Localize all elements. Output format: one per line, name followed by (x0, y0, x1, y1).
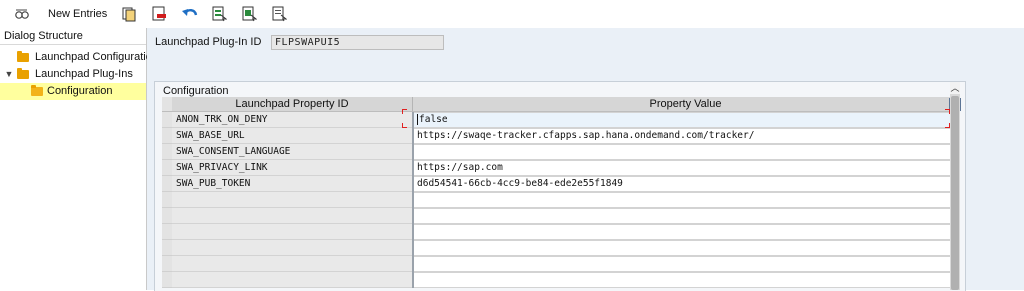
empty-row[interactable] (162, 272, 960, 288)
property-value-input[interactable] (414, 208, 960, 224)
copy-as-icon[interactable] (121, 3, 137, 25)
tree-item-launchpad-plug-ins[interactable]: ▼ Launchpad Plug-Ins (0, 66, 146, 83)
plugin-id-label: Launchpad Plug-In ID (155, 36, 262, 48)
property-value-input[interactable] (414, 224, 960, 240)
row-selector[interactable] (162, 192, 172, 208)
table-row[interactable]: SWA_BASE_URL https://swaqe-tracker.cfapp… (162, 128, 960, 144)
property-value-input[interactable] (414, 144, 960, 160)
property-id-cell: SWA_PUB_TOKEN (172, 176, 412, 192)
configuration-grid: Launchpad Property ID Property Value ANO… (162, 97, 961, 291)
row-selector[interactable] (162, 112, 172, 128)
row-selector[interactable] (162, 176, 172, 192)
property-value-text: false (419, 114, 448, 125)
dialog-structure-panel: Dialog Structure Launchpad Configuration… (0, 28, 158, 290)
configuration-title: Configuration (163, 85, 229, 97)
table-row[interactable]: SWA_PUB_TOKEN d6d54541-66cb-4cc9-be84-ed… (162, 176, 960, 192)
property-id-cell (172, 224, 412, 240)
plugin-id-field[interactable]: FLPSWAPUI5 (271, 35, 444, 50)
chevron-up-icon[interactable]: ︿ (950, 82, 960, 94)
folder-open-icon (31, 85, 43, 96)
row-selector[interactable] (162, 256, 172, 272)
property-value-input[interactable] (414, 240, 960, 256)
select-all-icon[interactable] (211, 3, 227, 25)
row-selector[interactable] (162, 128, 172, 144)
property-value-input[interactable]: d6d54541-66cb-4cc9-be84-ede2e55f1849 (414, 176, 960, 192)
tree-item-label: Configuration (47, 85, 113, 97)
column-header-property-id[interactable]: Launchpad Property ID (172, 97, 413, 112)
display-change-icon[interactable] (14, 3, 30, 25)
empty-row[interactable] (162, 256, 960, 272)
property-value-input[interactable] (414, 272, 960, 288)
table-row[interactable]: ANON_TRK_ON_DENY false (162, 112, 960, 128)
empty-row[interactable] (162, 192, 960, 208)
property-id-cell: SWA_PRIVACY_LINK (172, 160, 412, 176)
vertical-scrollbar[interactable]: ︿ (950, 82, 960, 290)
tree-item-label: Launchpad Configuration (35, 51, 158, 63)
empty-row[interactable] (162, 224, 960, 240)
column-header-property-value[interactable]: Property Value (413, 97, 958, 112)
chevron-down-icon[interactable]: ▼ (4, 66, 14, 83)
focus-corner (402, 109, 407, 114)
property-id-cell: SWA_BASE_URL (172, 128, 412, 144)
property-id-cell (172, 272, 412, 288)
select-all-rows-header[interactable] (162, 97, 172, 112)
row-selector[interactable] (162, 272, 172, 288)
property-id-cell (172, 256, 412, 272)
empty-row[interactable] (162, 240, 960, 256)
property-value-input[interactable]: false (414, 112, 960, 128)
tree-item-launchpad-configuration[interactable]: Launchpad Configuration (0, 49, 158, 66)
property-value-input[interactable] (414, 192, 960, 208)
new-entries-button[interactable]: New Entries (44, 3, 111, 25)
property-id-cell (172, 240, 412, 256)
row-selector[interactable] (162, 224, 172, 240)
tree-item-configuration[interactable]: Configuration (0, 83, 146, 100)
row-selector[interactable] (162, 208, 172, 224)
dialog-structure-title: Dialog Structure (0, 28, 146, 45)
select-block-icon[interactable] (241, 3, 257, 25)
delete-icon[interactable] (151, 3, 167, 25)
new-entries-label: New Entries (48, 8, 108, 20)
text-cursor (417, 114, 418, 125)
deselect-all-icon[interactable] (271, 3, 287, 25)
row-selector[interactable] (162, 240, 172, 256)
property-value-input[interactable]: https://swaqe-tracker.cfapps.sap.hana.on… (414, 128, 960, 144)
property-id-cell: ANON_TRK_ON_DENY (172, 112, 412, 128)
scrollbar-thumb[interactable] (951, 96, 959, 290)
folder-icon (17, 51, 29, 62)
table-row[interactable]: SWA_PRIVACY_LINK https://sap.com (162, 160, 960, 176)
main-area: Launchpad Plug-In ID FLPSWAPUI5 Configur… (147, 28, 1024, 291)
property-id-cell (172, 208, 412, 224)
property-value-input[interactable]: https://sap.com (414, 160, 960, 176)
empty-row[interactable] (162, 208, 960, 224)
folder-icon (17, 68, 29, 79)
property-id-cell: SWA_CONSENT_LANGUAGE (172, 144, 412, 160)
toolbar: New Entries (0, 0, 1024, 29)
focus-corner (402, 123, 407, 128)
undo-icon[interactable] (181, 3, 199, 25)
row-selector[interactable] (162, 160, 172, 176)
property-value-input[interactable] (414, 256, 960, 272)
property-id-cell (172, 192, 412, 208)
tree-item-label: Launchpad Plug-Ins (35, 68, 133, 80)
table-row[interactable]: SWA_CONSENT_LANGUAGE (162, 144, 960, 160)
row-selector[interactable] (162, 144, 172, 160)
configuration-table-control: Configuration Launchpad Property ID Prop… (154, 81, 966, 291)
